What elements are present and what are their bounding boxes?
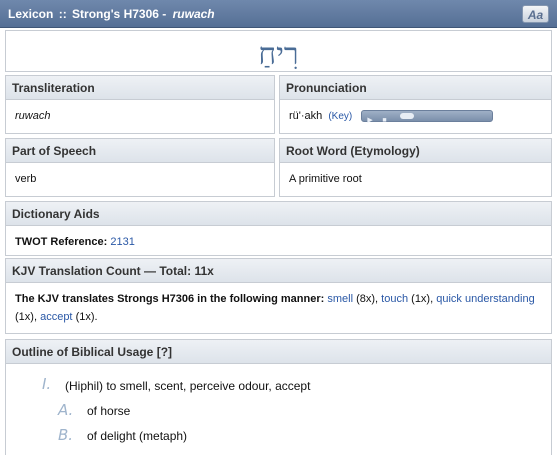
- kjv-intro: The KJV translates Strongs H7306 in the …: [15, 293, 325, 305]
- outline-item: (Hiphil) to smell, scent, perceive odour…: [65, 379, 311, 393]
- audio-player[interactable]: ▶ ■: [361, 110, 494, 124]
- transliteration-heading: Transliteration: [6, 76, 274, 100]
- title-prefix: Lexicon: [8, 7, 54, 21]
- root-word-panel: Root Word (Etymology) A primitive root: [279, 138, 552, 197]
- title-dash: -: [162, 7, 167, 21]
- hebrew-word: רִיחַ: [258, 37, 299, 72]
- outline-numeral: A.: [58, 401, 74, 419]
- dictionary-aids-heading: Dictionary Aids: [6, 202, 551, 226]
- kjv-sep: ,: [375, 293, 379, 305]
- outline-heading[interactable]: Outline of Biblical Usage [?]: [6, 340, 551, 364]
- twot-reference-link[interactable]: 2131: [110, 236, 134, 248]
- kjv-word-accept[interactable]: accept: [40, 311, 72, 323]
- outline-numeral: I.: [42, 375, 52, 393]
- outline-item: of horse: [87, 404, 131, 418]
- hebrew-word-panel: רִיחַ: [5, 30, 552, 72]
- title-separator: ::: [58, 7, 67, 21]
- kjv-count-accept: (1x): [75, 311, 95, 323]
- kjv-body: The KJV translates Strongs H7306 in the …: [6, 283, 551, 333]
- kjv-heading: KJV Translation Count — Total: 11x: [6, 259, 551, 283]
- play-icon[interactable]: ▶: [367, 112, 372, 130]
- dictionary-aids-panel: Dictionary Aids TWOT Reference: 2131: [5, 201, 552, 256]
- pronunciation-panel: Pronunciation rü'·akh (Key) ▶ ■: [279, 75, 552, 134]
- pronunciation-value: rü'·akh: [289, 110, 323, 122]
- kjv-translation-panel: KJV Translation Count — Total: 11x The K…: [5, 258, 552, 334]
- transliteration-value: ruwach: [15, 110, 51, 122]
- title-strongs: Strong's H7306: [72, 7, 159, 21]
- lexicon-titlebar: Lexicon :: Strong's H7306 - ruwach Aa: [0, 0, 557, 28]
- kjv-count-quick-understanding: (1x): [15, 311, 34, 323]
- outline-numeral: B.: [58, 426, 74, 444]
- kjv-word-quick-understanding[interactable]: quick understanding: [436, 293, 534, 305]
- twot-label: TWOT Reference:: [15, 236, 108, 248]
- kjv-sep: .: [94, 311, 98, 323]
- part-of-speech-heading: Part of Speech: [6, 139, 274, 163]
- root-word-heading: Root Word (Etymology): [280, 139, 551, 163]
- pronunciation-body: rü'·akh (Key) ▶ ■: [280, 100, 551, 133]
- lexicon-title: Lexicon :: Strong's H7306 - ruwach: [8, 7, 215, 21]
- part-of-speech-panel: Part of Speech verb: [5, 138, 275, 197]
- kjv-word-smell[interactable]: smell: [327, 293, 353, 305]
- pronunciation-key-link[interactable]: (Key): [328, 111, 352, 122]
- title-transliteration: ruwach: [172, 7, 215, 21]
- transliteration-panel: Transliteration ruwach: [5, 75, 275, 134]
- kjv-count-smell: (8x): [356, 293, 376, 305]
- kjv-sep: ,: [430, 293, 434, 305]
- font-size-button[interactable]: Aa: [522, 5, 549, 23]
- outline-panel: Outline of Biblical Usage [?] I. (Hiphil…: [5, 339, 552, 455]
- outline-item: of delight (metaph): [87, 429, 188, 443]
- root-word-value: A primitive root: [289, 173, 362, 185]
- pronunciation-heading: Pronunciation: [280, 76, 551, 100]
- part-of-speech-value: verb: [15, 173, 37, 185]
- kjv-count-touch: (1x): [411, 293, 431, 305]
- stop-icon[interactable]: ■: [382, 112, 386, 130]
- kjv-sep: ,: [33, 311, 38, 323]
- kjv-word-touch[interactable]: touch: [381, 293, 408, 305]
- dictionary-aids-body: TWOT Reference: 2131: [6, 226, 551, 258]
- audio-seek-slider[interactable]: [400, 113, 415, 120]
